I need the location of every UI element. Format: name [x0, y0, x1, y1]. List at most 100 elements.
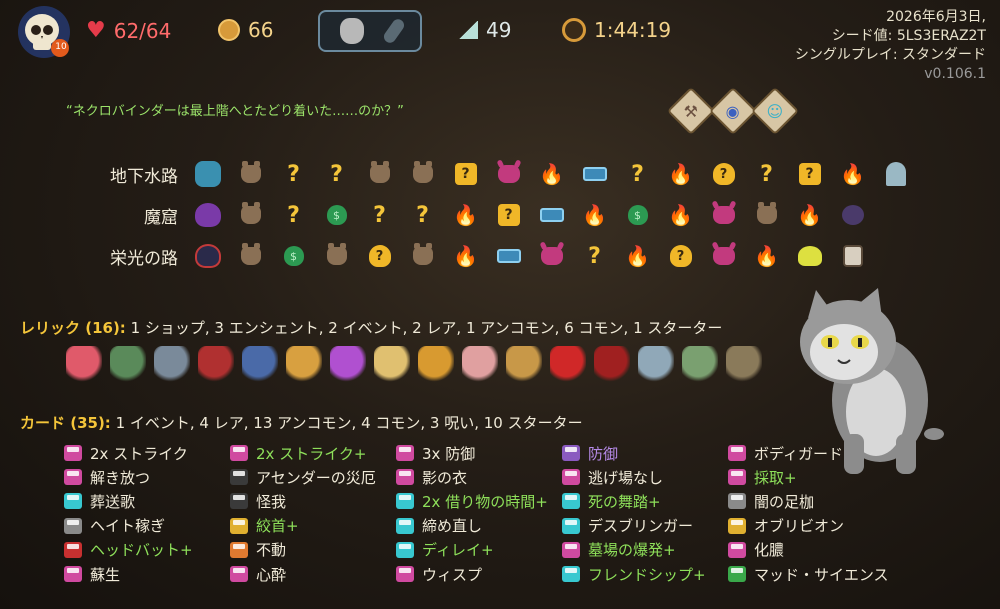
map-node[interactable]: 🔥 — [444, 241, 487, 271]
map-node[interactable]: ? — [358, 200, 401, 230]
map-node[interactable] — [401, 159, 444, 189]
map-node[interactable] — [186, 159, 229, 189]
turtle-relic-icon[interactable] — [726, 346, 762, 382]
map-node[interactable]: ? — [659, 241, 702, 271]
map-node[interactable] — [702, 200, 745, 230]
card-entry[interactable]: 締め直し — [396, 514, 548, 538]
map-node[interactable]: ? — [788, 159, 831, 189]
orb-relic-icon[interactable] — [110, 346, 146, 382]
map-node[interactable]: ? — [616, 159, 659, 189]
card-entry[interactable]: フレンドシップ+ — [562, 562, 706, 586]
card-entry[interactable]: 解き放つ — [64, 465, 193, 489]
card-entry[interactable]: 2x 借り物の時間+ — [396, 489, 548, 513]
map-node[interactable] — [358, 159, 401, 189]
map-node[interactable] — [573, 159, 616, 189]
map-node[interactable] — [702, 241, 745, 271]
red-envelope-relic-icon[interactable] — [550, 346, 586, 382]
card-entry[interactable]: ヘイト稼ぎ — [64, 514, 193, 538]
rest-site-fire-icon: 🔥 — [668, 203, 693, 227]
map-node[interactable]: ? — [358, 241, 401, 271]
map-node[interactable] — [745, 200, 788, 230]
map-node[interactable]: 🔥 — [659, 200, 702, 230]
card-entry[interactable]: 死の舞踏+ — [562, 489, 706, 513]
hammer-relic-icon[interactable]: ⚒ — [666, 86, 716, 136]
card-entry[interactable]: 絞首+ — [230, 514, 376, 538]
map-node[interactable]: 🔥 — [530, 159, 573, 189]
map-node[interactable] — [401, 241, 444, 271]
card-entry[interactable]: 影の衣 — [396, 465, 548, 489]
map-node[interactable] — [186, 200, 229, 230]
card-entry[interactable]: デスブリンガー — [562, 514, 706, 538]
card-entry[interactable]: 2x ストライク+ — [230, 441, 376, 465]
card-entry[interactable]: 闇の足枷 — [728, 489, 889, 513]
card-entry[interactable]: マッド・サイエンス — [728, 562, 889, 586]
card-entry[interactable]: 怪我 — [230, 489, 376, 513]
map-node[interactable]: ? — [401, 200, 444, 230]
map-node[interactable]: $ — [272, 241, 315, 271]
card-entry[interactable]: 逃げ場なし — [562, 465, 706, 489]
map-node[interactable] — [530, 241, 573, 271]
map-node[interactable]: 🔥 — [444, 200, 487, 230]
map-node[interactable] — [487, 159, 530, 189]
helmet-relic-icon[interactable] — [154, 346, 190, 382]
mirror-relic-icon[interactable]: ◉ — [708, 86, 758, 136]
card-entry[interactable]: 心酔 — [230, 562, 376, 586]
card-entry[interactable]: 不動 — [230, 538, 376, 562]
map-node[interactable] — [315, 241, 358, 271]
map-node[interactable]: $ — [616, 200, 659, 230]
map-node[interactable]: 🔥 — [745, 241, 788, 271]
card-entry[interactable]: ディレイ+ — [396, 538, 548, 562]
map-node[interactable]: 🔥 — [616, 241, 659, 271]
map-node[interactable] — [229, 159, 272, 189]
doll-relic-icon[interactable] — [374, 346, 410, 382]
map-node[interactable] — [874, 159, 917, 189]
map-node[interactable]: 🔥 — [573, 200, 616, 230]
map-node[interactable] — [487, 241, 530, 271]
scroll-relic-icon[interactable] — [506, 346, 542, 382]
card-entry[interactable]: 2x ストライク — [64, 441, 193, 465]
frog-relic-icon[interactable] — [682, 346, 718, 382]
stone-potion-icon[interactable] — [340, 18, 364, 44]
book-relic-icon[interactable] — [242, 346, 278, 382]
card-entry[interactable]: 蘇生 — [64, 562, 193, 586]
map-node[interactable]: ? — [745, 159, 788, 189]
rose-relic-icon[interactable] — [594, 346, 630, 382]
cheer-relic-icon[interactable]: ☺ — [750, 86, 800, 136]
map-node[interactable] — [229, 241, 272, 271]
map-node[interactable]: ? — [272, 200, 315, 230]
card-entry[interactable]: 防御 — [562, 441, 706, 465]
map-node[interactable]: ? — [315, 159, 358, 189]
map-node[interactable]: ? — [272, 159, 315, 189]
card-entry[interactable]: ウィスプ — [396, 562, 548, 586]
ice-cream-relic-icon[interactable] — [462, 346, 498, 382]
card-entry[interactable]: 3x 防御 — [396, 441, 548, 465]
map-node[interactable]: 🔥 — [659, 159, 702, 189]
heart-relic-icon[interactable] — [66, 346, 102, 382]
pyramid-relic-icon[interactable] — [286, 346, 322, 382]
card-entry[interactable]: 墓場の爆発+ — [562, 538, 706, 562]
cloak-relic-icon[interactable] — [638, 346, 674, 382]
map-node[interactable]: 🔥 — [831, 159, 874, 189]
map-node[interactable] — [788, 241, 831, 271]
empty-potion-slot-icon[interactable] — [381, 16, 407, 46]
map-node[interactable]: ? — [444, 159, 487, 189]
card-entry[interactable]: アセンダーの災厄 — [230, 465, 376, 489]
map-node[interactable]: ? — [487, 200, 530, 230]
map-node[interactable]: ? — [573, 241, 616, 271]
map-node[interactable]: 🔥 — [788, 200, 831, 230]
map-node[interactable] — [229, 200, 272, 230]
card-entry[interactable]: 化膿 — [728, 538, 889, 562]
card-entry[interactable]: 葬送歌 — [64, 489, 193, 513]
flower-pot-relic-icon[interactable] — [418, 346, 454, 382]
card-entry[interactable]: ヘッドバット+ — [64, 538, 193, 562]
boss-relics: ⚒ ◉ ☺ — [666, 86, 800, 136]
map-node[interactable] — [831, 241, 874, 271]
crystal-ball-relic-icon[interactable] — [330, 346, 366, 382]
map-node[interactable]: ? — [702, 159, 745, 189]
card-entry[interactable]: オブリビオン — [728, 514, 889, 538]
map-node[interactable] — [530, 200, 573, 230]
map-node[interactable]: $ — [315, 200, 358, 230]
map-node[interactable] — [186, 241, 229, 271]
map-node[interactable] — [831, 200, 874, 230]
pillow-relic-icon[interactable] — [198, 346, 234, 382]
